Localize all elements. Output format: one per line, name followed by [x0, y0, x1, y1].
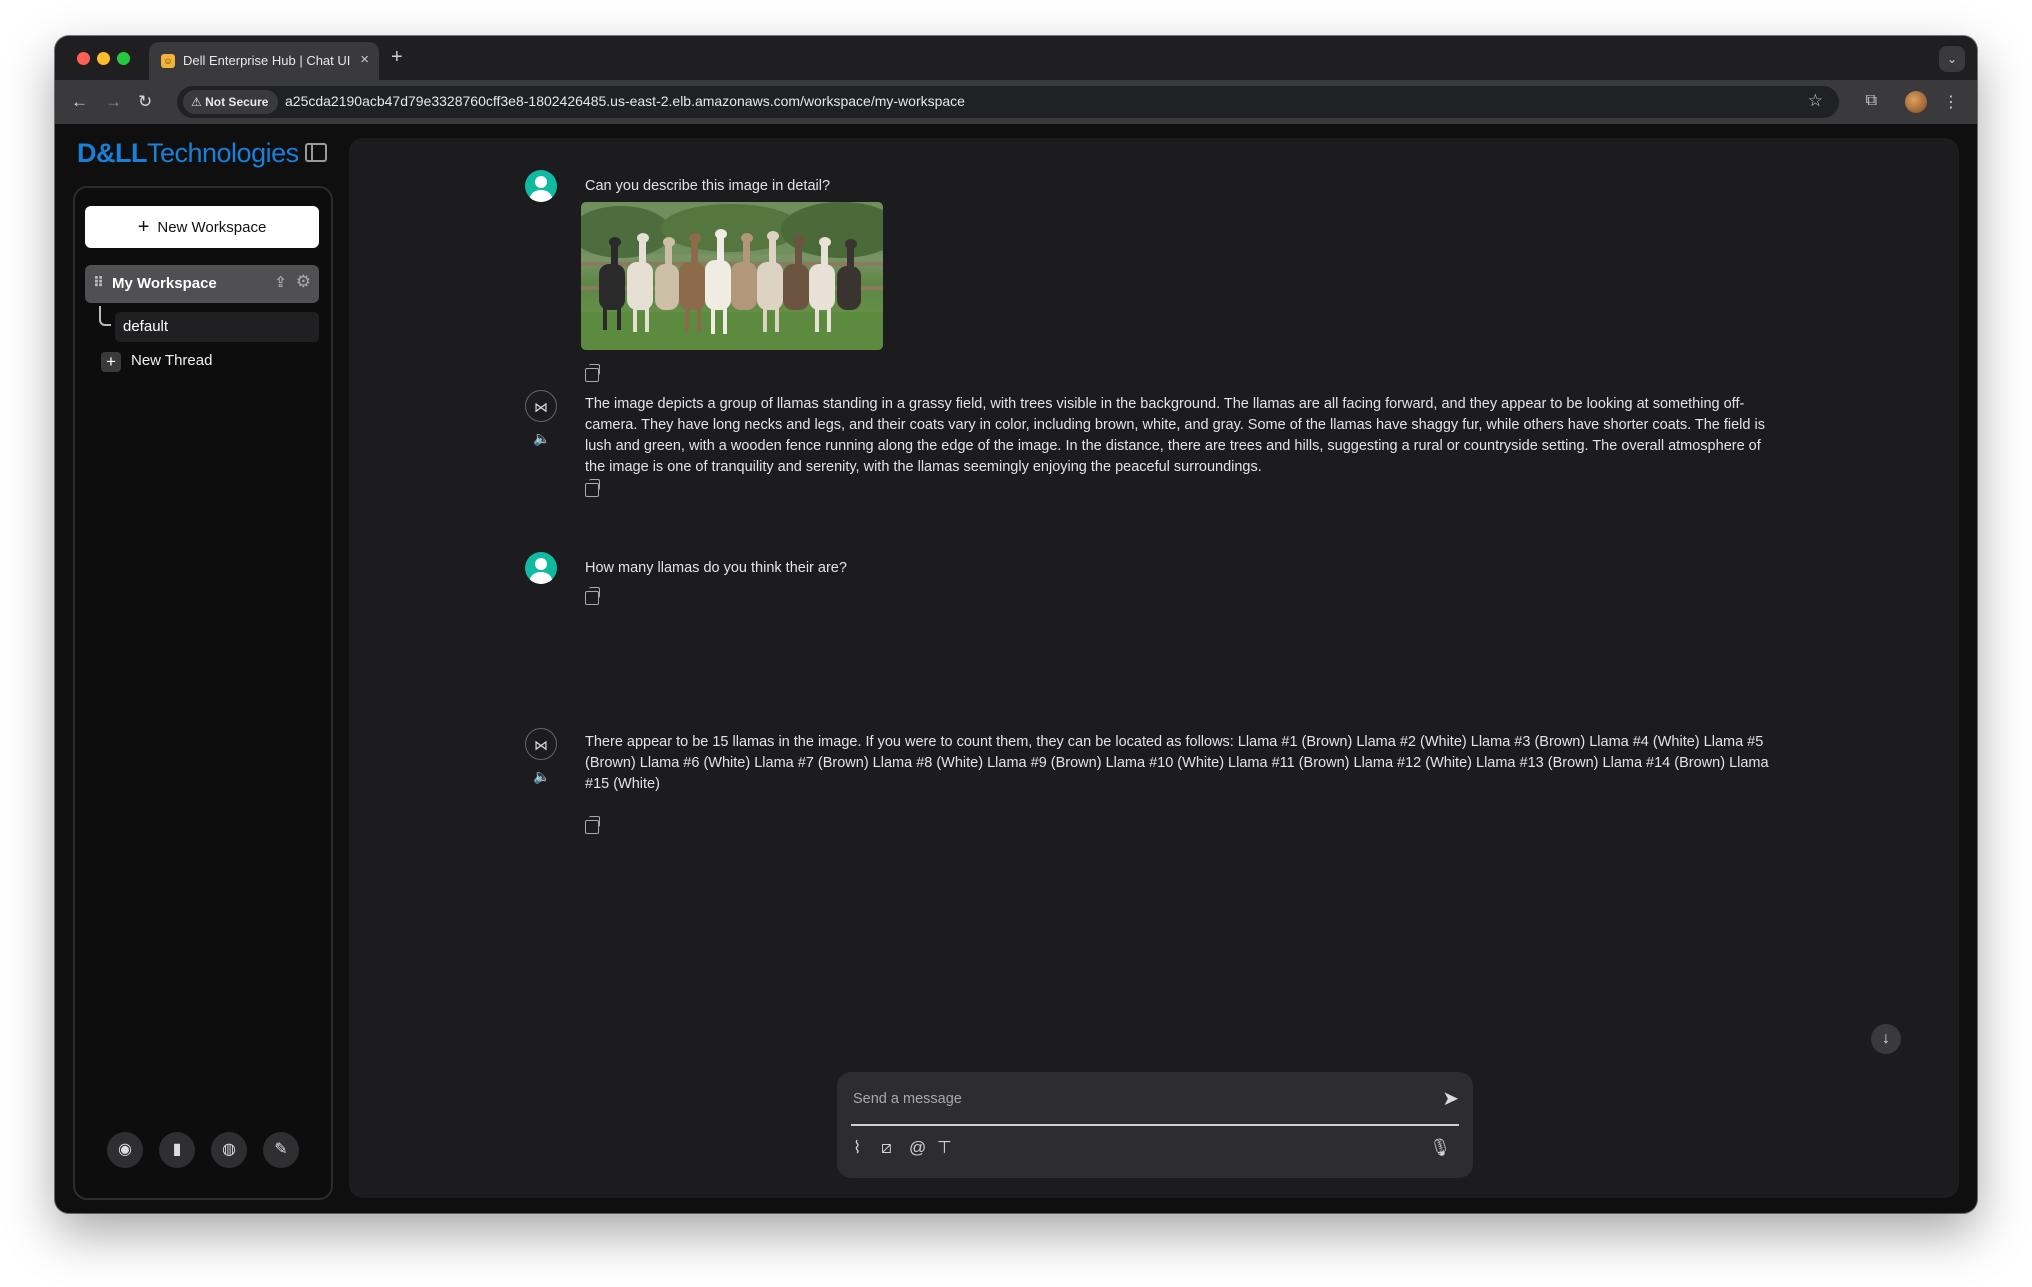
copy-icon[interactable] [585, 587, 600, 605]
tab-close-icon[interactable]: × [360, 51, 369, 68]
slash-command-icon[interactable]: ⧄ [881, 1138, 892, 1158]
copy-icon[interactable] [585, 479, 600, 497]
copy-icon[interactable] [585, 816, 600, 834]
user-avatar [525, 170, 557, 202]
copy-icon[interactable] [585, 364, 600, 382]
message-composer: ➤ ⌇ ⧄ @ ⊤ 🎙 [837, 1072, 1473, 1178]
github-icon[interactable]: ◉ [107, 1132, 143, 1168]
user-message: Can you describe this image in detail? [585, 178, 831, 194]
sidebar-toggle-icon[interactable] [305, 143, 327, 162]
sidebar: + New Workspace ⠿ My Workspace ⇪ ⚙ defaul… [73, 186, 333, 1200]
user-message: How many llamas do you think their are? [585, 560, 847, 576]
new-thread-button[interactable]: + New Thread [101, 352, 212, 372]
security-badge[interactable]: ⚠ Not Secure [183, 90, 279, 114]
llama-photo-illustration [581, 202, 883, 350]
thread-label: default [123, 318, 169, 335]
drag-handle-icon[interactable]: ⠿ [93, 274, 104, 291]
assistant-avatar-icon: ⋈ [525, 390, 557, 422]
discord-icon[interactable]: ◍ [211, 1132, 247, 1168]
new-workspace-button[interactable]: + New Workspace [85, 206, 319, 248]
favicon-icon: ☺ [161, 54, 175, 68]
sidebar-item-my-workspace[interactable]: ⠿ My Workspace ⇪ ⚙ [85, 265, 319, 303]
extensions-puzzle-icon[interactable]: ⧉ [1866, 92, 1877, 110]
forward-arrow-icon[interactable]: → [105, 92, 122, 112]
reload-icon[interactable]: ↻ [138, 92, 152, 112]
scroll-down-arrow-icon[interactable]: ↓ [1871, 1024, 1901, 1054]
browser-tab[interactable]: ☺ Dell Enterprise Hub | Chat UI × [149, 42, 379, 80]
speaker-icon[interactable]: 🔈 [533, 768, 550, 785]
assistant-message: The image depicts a group of llamas stan… [585, 396, 1765, 475]
plus-icon: + [137, 216, 150, 238]
settings-wrench-icon[interactable]: ✎ [263, 1132, 299, 1168]
tab-strip: ☺ Dell Enterprise Hub | Chat UI × + ⌄ [55, 36, 1977, 80]
tab-title: Dell Enterprise Hub | Chat UI [183, 53, 351, 68]
address-bar[interactable]: ⚠ Not Secure a25cda2190acb47d79e3328760c… [177, 86, 1839, 118]
gear-icon[interactable]: ⚙ [296, 272, 311, 292]
warning-triangle-icon: ⚠ [191, 95, 202, 109]
new-thread-label: New Thread [131, 352, 213, 369]
plus-icon: + [101, 352, 121, 372]
minimize-window-button[interactable] [97, 52, 110, 65]
profile-avatar[interactable] [1905, 91, 1927, 113]
browser-menu-icon[interactable]: ⋮ [1943, 92, 1959, 112]
text-format-icon[interactable]: ⊤ [937, 1138, 952, 1158]
attached-image[interactable] [581, 202, 883, 350]
url-text[interactable]: a25cda2190acb47d79e3328760cff3e8-1802426… [285, 93, 965, 109]
app-root: D&LLTechnologies + New Workspace ⠿ My Wor… [55, 124, 1977, 1213]
back-arrow-icon[interactable]: ← [71, 92, 88, 112]
workspace-name: My Workspace [112, 275, 217, 292]
assistant-avatar-icon: ⋈ [525, 728, 557, 760]
maximize-window-button[interactable] [117, 52, 130, 65]
assistant-message: There appear to be 15 llamas in the imag… [585, 734, 1769, 792]
bookmark-star-icon[interactable]: ☆ [1808, 91, 1823, 111]
upload-icon[interactable]: ⇪ [274, 273, 287, 291]
new-workspace-label: New Workspace [157, 219, 267, 236]
dell-technologies-logo: D&LLTechnologies [77, 138, 299, 168]
thread-connector [99, 306, 111, 326]
new-tab-button[interactable]: + [391, 46, 403, 69]
speaker-icon[interactable]: 🔈 [533, 430, 550, 447]
docs-book-icon[interactable]: ▮ [159, 1132, 195, 1168]
microphone-icon[interactable]: 🎙 [1429, 1138, 1451, 1158]
user-avatar [525, 552, 557, 584]
paperclip-icon[interactable]: ⌇ [853, 1138, 861, 1158]
thread-item-default[interactable]: default [115, 312, 319, 342]
composer-divider [851, 1124, 1459, 1126]
send-icon[interactable]: ➤ [1442, 1086, 1459, 1111]
chat-panel: Can you describe this image in detail? ⋈… [349, 138, 1959, 1198]
close-window-button[interactable] [77, 52, 90, 65]
browser-toolbar: ← → ↻ ⚠ Not Secure a25cda2190acb47d79e33… [55, 80, 1977, 124]
tab-search-chevron-icon[interactable]: ⌄ [1939, 46, 1965, 72]
security-label: Not Secure [205, 95, 269, 109]
message-input[interactable] [851, 1080, 1415, 1118]
browser-window: ☺ Dell Enterprise Hub | Chat UI × + ⌄ ← … [55, 36, 1977, 1213]
at-mention-icon[interactable]: @ [909, 1138, 926, 1158]
